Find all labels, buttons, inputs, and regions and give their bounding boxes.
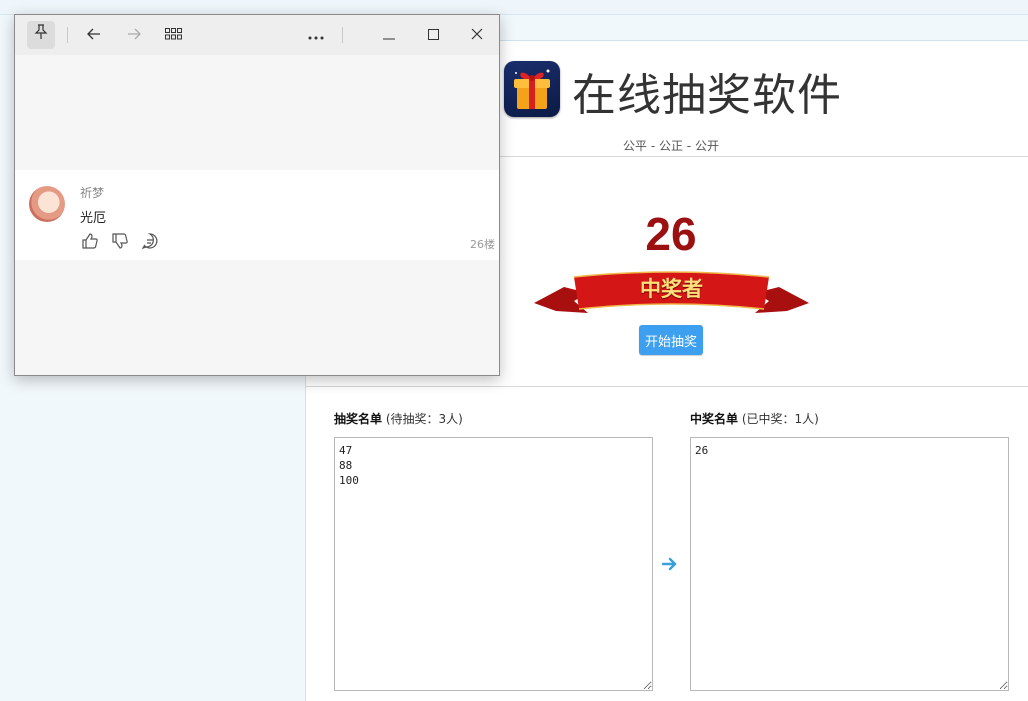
pending-list-count: (待抽奖：3人) <box>385 412 463 426</box>
pending-list-textarea[interactable]: 47 88 100 <box>334 437 653 691</box>
pin-icon[interactable] <box>27 21 55 49</box>
titlebar-separator <box>67 27 68 43</box>
winners-list-count: (已中奖：1人) <box>741 412 819 426</box>
start-lottery-button[interactable]: 开始抽奖 <box>639 325 703 355</box>
apps-grid-icon[interactable] <box>160 21 188 49</box>
winners-list-title: 中奖名单 <box>690 412 739 426</box>
minimize-icon[interactable] <box>375 21 403 49</box>
comment-text: 光厄 <box>80 211 107 226</box>
floor-number: 26楼 <box>470 238 495 251</box>
close-icon[interactable] <box>463 21 491 49</box>
comment-item: 祈梦 光厄 26楼 <box>15 170 499 260</box>
winner-banner-label: 中奖者 <box>640 277 703 301</box>
popup-titlebar <box>15 15 499 55</box>
gift-box-logo-icon <box>504 61 560 117</box>
maximize-icon[interactable] <box>419 21 447 49</box>
app-title: 在线抽奖软件 <box>572 70 842 121</box>
comment-popup-window: 祈梦 光厄 26楼 <box>14 14 500 376</box>
pending-list-title: 抽奖名单 <box>334 412 383 426</box>
winners-list-textarea[interactable]: 26 <box>690 437 1009 691</box>
thumbs-down-icon[interactable] <box>111 232 129 250</box>
reply-icon[interactable] <box>141 232 159 250</box>
thumbs-up-icon[interactable] <box>81 232 99 250</box>
comment-user-name[interactable]: 祈梦 <box>80 184 104 201</box>
back-arrow-icon[interactable] <box>80 21 108 49</box>
right-arrow-icon <box>661 555 678 576</box>
avatar[interactable] <box>29 186 65 222</box>
more-icon[interactable] <box>302 21 330 49</box>
forward-arrow-icon[interactable] <box>120 21 148 49</box>
winners-list-label: 中奖名单 (已中奖：1人) <box>690 410 819 427</box>
titlebar-separator <box>342 27 343 43</box>
pending-list-label: 抽奖名单 (待抽奖：3人) <box>334 410 463 427</box>
background-top-bar <box>0 0 1028 15</box>
